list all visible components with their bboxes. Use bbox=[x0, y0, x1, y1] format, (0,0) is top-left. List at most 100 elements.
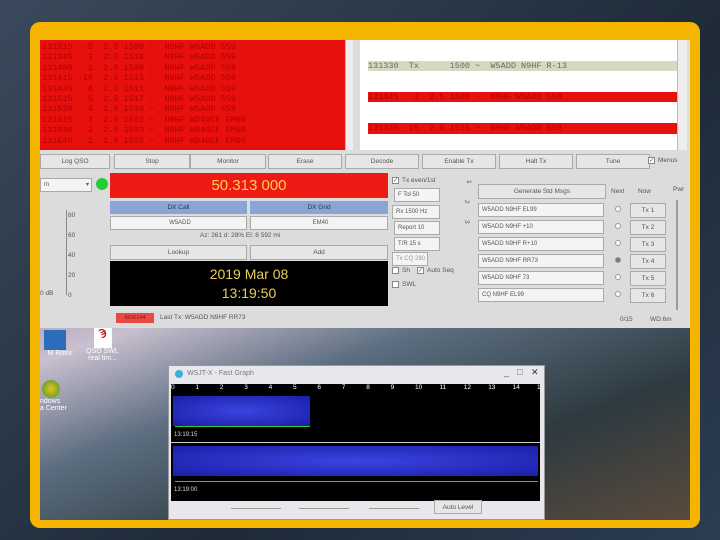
band-row: 131400 1 2.5 1508 ~ N9HF W5ADD 559 bbox=[42, 62, 236, 73]
lookup-button[interactable]: Lookup bbox=[110, 245, 247, 260]
menus-label: Menus bbox=[658, 157, 678, 165]
gain-slider[interactable] bbox=[231, 508, 281, 509]
fast-graph-window: WSJT-X - Fast Graph _ □ ✕ 0 1 2 3 4 5 6 7 8 9 10 11… bbox=[168, 365, 545, 520]
signal-trace-2 bbox=[175, 481, 538, 482]
tx-4-button[interactable]: Tx 4 bbox=[630, 254, 666, 269]
desktop-icon-media-center[interactable]: ndows a Center bbox=[40, 380, 80, 412]
next-radio-5[interactable] bbox=[615, 274, 621, 280]
scale-tick: 5 bbox=[293, 384, 297, 391]
scale-tick: 8 bbox=[366, 384, 370, 391]
dx-call-label: DX Call bbox=[110, 201, 247, 214]
minimize-button[interactable]: _ bbox=[504, 367, 509, 377]
swl-checkbox[interactable]: SWL bbox=[392, 281, 416, 288]
tr-progress: 0/15 bbox=[620, 316, 633, 323]
tx-even-checkbox[interactable]: ✓ Tx even/1st bbox=[392, 177, 436, 184]
watchdog-status: WD:6m bbox=[650, 316, 672, 323]
close-icon[interactable]: ✕ bbox=[531, 367, 539, 378]
dx-grid-input[interactable]: EM40 bbox=[250, 216, 388, 230]
tx-message-6-input[interactable]: CQ N9HF EL99 bbox=[478, 288, 604, 302]
scale-tick: 2 bbox=[219, 384, 224, 391]
clock-time: 13:19:50 bbox=[221, 285, 277, 301]
tx-message-1-input[interactable]: W5ADD N9HF EL99 bbox=[478, 203, 604, 217]
clock-date: 2019 Mar 08 bbox=[209, 266, 289, 282]
auto-level-button[interactable]: Auto Level bbox=[434, 500, 482, 514]
qso-swl-icon: Ϡ bbox=[93, 328, 112, 348]
rx-scrollbar[interactable] bbox=[677, 40, 687, 150]
waterfall-segment-2 bbox=[173, 446, 538, 476]
next-radio-1[interactable] bbox=[615, 206, 621, 212]
tr-period-spinbox[interactable]: T/R 15 s bbox=[394, 237, 440, 251]
mode-select[interactable]: m ▾ bbox=[40, 178, 92, 192]
icon-label: M Rotor bbox=[47, 350, 73, 357]
tx-3-button[interactable]: Tx 3 bbox=[630, 237, 666, 252]
rx-frequency-list[interactable]: 131330 Tx 1500 ~ W5ADD N9HF R-13 131345 … bbox=[360, 40, 677, 150]
tab-3[interactable]: 3 bbox=[463, 220, 470, 224]
log-qso-button[interactable]: Log QSO bbox=[40, 154, 110, 169]
now-header: Now bbox=[638, 188, 652, 195]
monitor-button[interactable]: Monitor bbox=[190, 154, 266, 169]
band-row: 131315 -5 2.5 1509 ~ N9HF W5ADD 559 bbox=[42, 42, 236, 52]
scale-tick: 3 bbox=[244, 384, 248, 391]
band-activity-list[interactable]: 131315 -5 2.5 1509 ~ N9HF W5ADD 559 13134… bbox=[40, 40, 345, 150]
scale-tick: 9 bbox=[390, 384, 395, 391]
tx-even-label: Tx even/1st bbox=[402, 177, 436, 185]
icon-sublabel: real tim... bbox=[88, 355, 117, 362]
decode-button[interactable]: Decode bbox=[345, 154, 419, 169]
generate-std-msgs-button[interactable]: Generate Std Msgs bbox=[478, 184, 606, 199]
rx-row: 131345 10 2.5 1515 ~ N9HF W5ADD 559 bbox=[368, 123, 677, 134]
azimuth-info: Az: 261 d: 28% El: 8 592 mi bbox=[200, 232, 281, 239]
sh-checkbox[interactable]: Sh bbox=[392, 267, 410, 274]
next-radio-3[interactable] bbox=[615, 240, 621, 246]
add-button[interactable]: Add bbox=[250, 245, 388, 260]
last-tx-status: Last Tx: W5ADD N9HF RR73 bbox=[160, 314, 246, 321]
meter-tick: 60 bbox=[68, 232, 76, 239]
tx-message-4-input[interactable]: W5ADD N9HF RR73 bbox=[478, 254, 604, 268]
utc-clock: 2019 Mar 08 13:19:50 bbox=[110, 261, 388, 306]
next-radio-6[interactable] bbox=[615, 291, 621, 297]
screen-photo: 131315 -5 2.5 1509 ~ N9HF W5ADD 559 13134… bbox=[40, 40, 690, 520]
swl-label: SWL bbox=[402, 281, 417, 289]
tx-cq-spinbox[interactable]: Tx CQ 280 bbox=[392, 252, 428, 266]
desktop-icon-rotor[interactable]: M Rotor bbox=[40, 330, 80, 357]
rx-freq-spinbox[interactable]: Rx 1500 Hz bbox=[392, 205, 440, 219]
tx-6-button[interactable]: Tx 6 bbox=[630, 288, 666, 303]
next-radio-2[interactable] bbox=[615, 223, 621, 229]
tx-message-3-input[interactable]: W5ADD N9HF R+10 bbox=[478, 237, 604, 251]
menus-checkbox[interactable]: ✓ Menus bbox=[648, 157, 678, 164]
green-gain-slider[interactable] bbox=[369, 508, 419, 509]
band-scrollbar[interactable] bbox=[345, 40, 353, 150]
maximize-button[interactable]: □ bbox=[517, 367, 522, 377]
dx-call-input[interactable]: W5ADD bbox=[110, 216, 247, 230]
erase-button[interactable]: Erase bbox=[268, 154, 342, 169]
band-row: 131645 -1 2.5 1502 ~ N9HF WD4GCF EM60 bbox=[42, 135, 247, 146]
zero-slider[interactable] bbox=[299, 508, 349, 509]
tune-button[interactable]: Tune bbox=[576, 154, 650, 169]
tab-2[interactable]: 2 bbox=[463, 200, 470, 204]
chevron-down-icon: ▾ bbox=[85, 182, 89, 188]
stop-button[interactable]: Stop bbox=[114, 154, 190, 169]
scale-tick: 14 bbox=[512, 384, 520, 391]
auto-seq-checkbox[interactable]: ✓ Auto Seq bbox=[417, 267, 454, 274]
waterfall-display: 0 1 2 3 4 5 6 7 8 9 10 11 12 13 14 1 13:19:15 13:19:00 bbox=[171, 384, 541, 501]
status-led-icon bbox=[96, 178, 108, 190]
power-slider[interactable] bbox=[676, 200, 678, 310]
report-spinbox[interactable]: Report 10 bbox=[394, 221, 440, 235]
tx-2-button[interactable]: Tx 2 bbox=[630, 220, 666, 235]
halt-tx-button[interactable]: Halt Tx bbox=[499, 154, 573, 169]
icon-label: ndows bbox=[40, 398, 61, 405]
ftol-spinbox[interactable]: F Tol 50 bbox=[394, 188, 440, 202]
rotor-icon bbox=[44, 330, 66, 350]
scale-tick: 6 bbox=[317, 384, 322, 391]
enable-tx-button[interactable]: Enable Tx bbox=[422, 154, 496, 169]
window-title: WSJT-X - Fast Graph bbox=[187, 370, 254, 377]
dx-grid-label: DX Grid bbox=[250, 201, 388, 214]
scale-tick: 13 bbox=[488, 384, 496, 391]
tab-1[interactable]: 1 bbox=[463, 180, 473, 184]
tx-5-button[interactable]: Tx 5 bbox=[630, 271, 666, 286]
next-radio-4[interactable] bbox=[615, 257, 621, 263]
tx-message-5-input[interactable]: W5ADD N9HF 73 bbox=[478, 271, 604, 285]
tx-message-2-input[interactable]: W5ADD N9HF +10 bbox=[478, 220, 604, 234]
scale-tick: 4 bbox=[268, 384, 273, 391]
tx-1-button[interactable]: Tx 1 bbox=[630, 203, 666, 218]
desktop-icon-qso-swl[interactable]: Ϡ QSO SWL real tim... bbox=[80, 328, 125, 362]
